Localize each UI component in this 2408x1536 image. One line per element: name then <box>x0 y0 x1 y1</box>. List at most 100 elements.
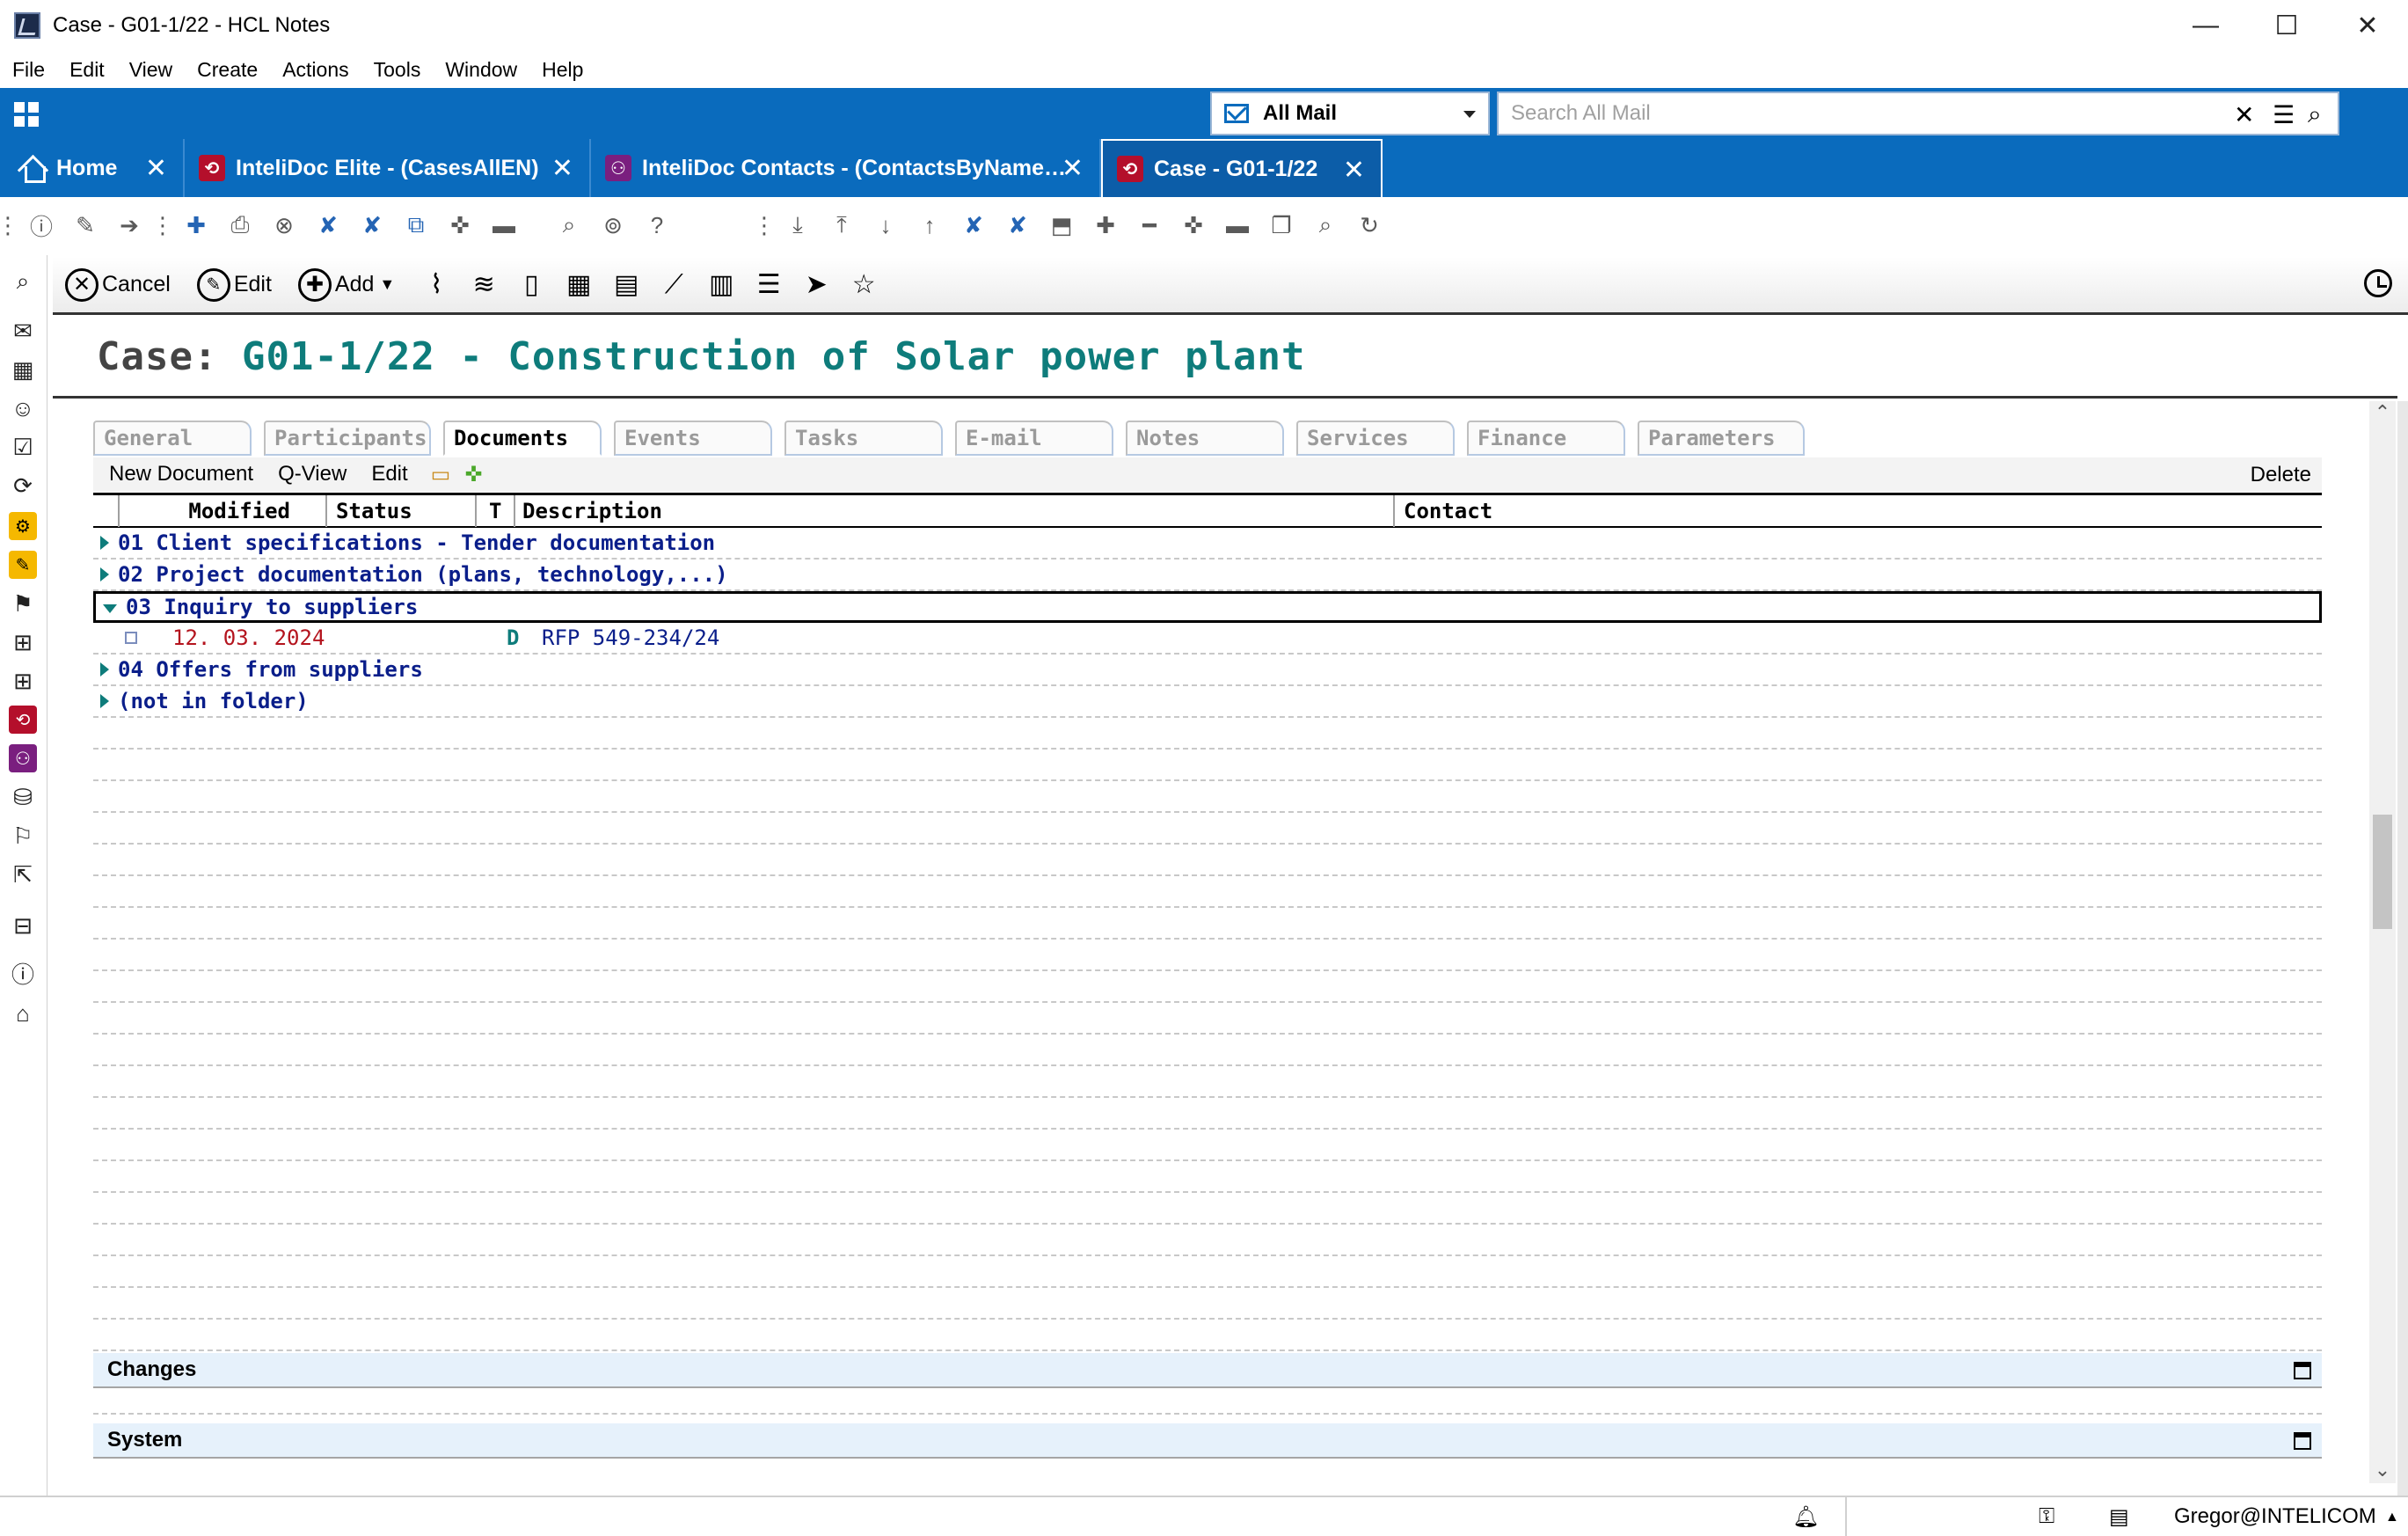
collapse-twisty-icon[interactable] <box>103 604 117 613</box>
app-launcher-icon[interactable] <box>14 102 39 127</box>
menu-create[interactable]: Create <box>197 58 258 82</box>
expand-icon[interactable]: ✜ <box>445 212 475 238</box>
scroll-down-icon[interactable]: ⌄ <box>2373 1459 2392 1483</box>
edit-document-button[interactable]: Edit <box>371 462 407 486</box>
layers-icon[interactable]: ≋ <box>467 268 500 302</box>
sidebar-intelidoc-elite-icon[interactable]: ⟲ <box>9 706 37 734</box>
move-top-icon[interactable]: ⤒ <box>827 211 857 238</box>
close-tab-icon[interactable]: ✕ <box>145 153 167 184</box>
copy-into-icon[interactable]: ⧉ <box>401 211 431 238</box>
table-row[interactable]: 03 Inquiry to suppliers <box>93 591 2322 623</box>
close-tab-icon[interactable]: ✕ <box>1343 155 1365 186</box>
menu-view[interactable]: View <box>129 58 172 82</box>
open-icon[interactable]: ⬒ <box>1047 212 1076 238</box>
maximize-button[interactable]: ☐ <box>2246 0 2327 51</box>
clear-search-icon[interactable]: ✕ <box>2234 100 2254 129</box>
tab-notes[interactable]: Notes <box>1126 421 1284 456</box>
tab-intelidoc-contacts[interactable]: ⚇ InteliDoc Contacts - (ContactsByName… … <box>591 139 1101 197</box>
minus-icon[interactable]: ━ <box>1135 212 1164 238</box>
search-doc-icon[interactable]: ⌕ <box>1310 211 1340 238</box>
changes-panel[interactable]: Changes <box>93 1353 2322 1388</box>
notifications-bell-icon[interactable]: 🔔︎ <box>1792 1504 1819 1530</box>
sidebar-database-icon[interactable]: ⛁ <box>9 783 37 811</box>
maximize-icon[interactable] <box>2294 1362 2311 1379</box>
sidebar-notebook-icon[interactable]: ✎ <box>9 551 37 579</box>
arrow-down-icon[interactable]: ↓ <box>871 212 901 238</box>
table-row[interactable]: (not in folder) <box>93 686 2322 718</box>
sidebar-replication-icon[interactable]: ⟳ <box>9 472 37 500</box>
tab-events[interactable]: Events <box>614 421 772 456</box>
column-header-description[interactable]: Description <box>515 494 1395 527</box>
find-icon[interactable]: ⌕ <box>554 211 584 238</box>
id-key-icon[interactable]: ⚿ <box>2039 1504 2054 1529</box>
document-icon[interactable]: ▯ <box>514 268 548 302</box>
unmark-icon[interactable]: ✘ <box>357 212 387 238</box>
search-options-icon[interactable]: ☰ <box>2273 100 2295 129</box>
sidebar-todo-icon[interactable]: ☑ <box>9 433 37 461</box>
sidebar-bookmarks-icon[interactable]: ⚐ <box>9 822 37 850</box>
column-header-modified[interactable]: Modified <box>120 494 327 527</box>
tab-services[interactable]: Services <box>1296 421 1455 456</box>
menu-tools[interactable]: Tools <box>374 58 421 82</box>
menu-help[interactable]: Help <box>542 58 583 82</box>
sidebar-home-icon[interactable]: ⌂ <box>9 999 37 1028</box>
minimize-button[interactable]: — <box>2165 0 2246 51</box>
report-icon[interactable]: ▤ <box>609 268 643 302</box>
scrollbar-thumb[interactable] <box>2373 815 2392 929</box>
tab-participants[interactable]: Participants <box>264 421 431 456</box>
tab-home[interactable]: Home ✕ <box>0 139 185 197</box>
move-down-icon[interactable]: ⤓ <box>783 211 813 238</box>
new-document-button[interactable]: New Document <box>109 462 253 486</box>
tab-tasks[interactable]: Tasks <box>784 421 943 456</box>
select-checkbox[interactable] <box>125 632 137 644</box>
sidebar-mail-icon[interactable]: ✉ <box>9 317 37 345</box>
history-clock-icon[interactable] <box>2364 269 2392 297</box>
close-window-button[interactable]: ✕ <box>2327 0 2408 51</box>
delete-button[interactable]: Delete <box>2251 463 2311 487</box>
tab-documents[interactable]: Documents <box>443 421 602 456</box>
folder-icon[interactable]: ▭ <box>431 462 451 487</box>
sidebar-settings-icon[interactable]: ⚙ <box>9 512 37 540</box>
tab-intelidoc-elite[interactable]: ⟲ InteliDoc Elite - (CasesAllEN) ✕ <box>185 139 591 197</box>
sidebar-contacts-icon[interactable]: ☺ <box>9 394 37 422</box>
system-panel[interactable]: System <box>93 1423 2322 1459</box>
table-row[interactable]: 01 Client specifications - Tender docume… <box>93 528 2322 560</box>
binoculars-icon[interactable]: ⊚ <box>598 212 628 238</box>
expand-all-icon[interactable]: ✜ <box>464 462 482 487</box>
sidebar-layout-icon[interactable]: ⊟ <box>9 911 37 940</box>
location-icon[interactable]: ▤ <box>2109 1504 2129 1530</box>
sidebar-bookmark-icon[interactable]: ⚑ <box>9 589 37 618</box>
edit-doc-icon[interactable]: ✎ <box>70 212 100 238</box>
search-input[interactable] <box>1511 101 2179 126</box>
properties-icon[interactable]: ⓘ <box>26 212 56 240</box>
table-row[interactable]: 12. 03. 2024 D RFP 549-234/24 <box>93 623 2322 655</box>
arrow-up-icon[interactable]: ↑ <box>915 212 945 238</box>
tab-case[interactable]: ⟲ Case - G01-1/22 ✕ <box>1101 139 1383 197</box>
collapse-icon[interactable]: ▬ <box>489 212 519 238</box>
print-icon[interactable]: ⎙ <box>225 211 255 238</box>
star-icon[interactable]: ☆ <box>847 268 880 302</box>
line-chart-icon[interactable]: ⟋ <box>657 268 690 302</box>
tab-parameters[interactable]: Parameters <box>1638 421 1805 456</box>
menu-file[interactable]: File <box>12 58 45 82</box>
table-row[interactable]: 02 Project documentation (plans, technol… <box>93 560 2322 591</box>
stop-icon[interactable]: ⊗ <box>269 212 299 238</box>
sidebar-open-external-icon[interactable]: ⇱ <box>9 860 37 889</box>
menu-actions[interactable]: Actions <box>282 58 348 82</box>
mail-scope-select[interactable]: All Mail <box>1210 91 1490 135</box>
plus-icon[interactable]: ✚ <box>1091 212 1120 238</box>
close-tab-icon[interactable]: ✕ <box>1062 153 1084 184</box>
mark-all-icon[interactable]: ✘ <box>959 212 989 238</box>
scroll-up-icon[interactable]: ⌃ <box>2373 401 2392 426</box>
new-doc-icon[interactable]: ✚ <box>181 212 211 238</box>
column-header-type[interactable]: T <box>477 494 515 527</box>
collapse-all-icon[interactable]: ▬ <box>1222 212 1252 238</box>
sidebar-applications-icon[interactable]: ⊞ <box>9 628 37 656</box>
attachment-icon[interactable]: ⌇ <box>420 268 453 302</box>
calculator-icon[interactable]: ▦ <box>562 268 595 302</box>
expand-twisty-icon[interactable] <box>100 694 109 708</box>
sidebar-calendar-icon[interactable]: ▦ <box>9 355 37 384</box>
maximize-icon[interactable] <box>2294 1432 2311 1450</box>
chevron-up-icon[interactable]: ▲ <box>2385 1510 2399 1525</box>
add-button[interactable]: ✚ Add ▼ <box>297 267 395 302</box>
